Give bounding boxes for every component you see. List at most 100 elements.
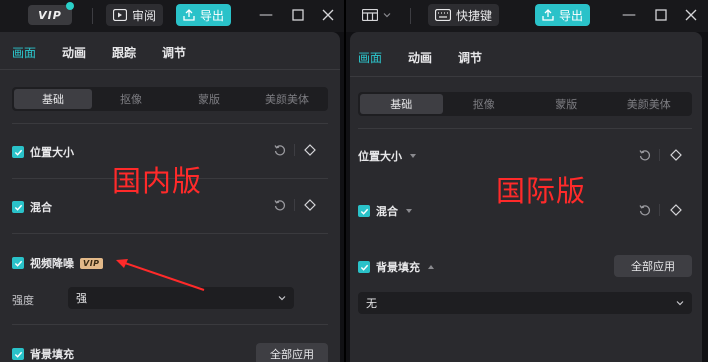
export-icon: [542, 9, 554, 21]
review-button[interactable]: 审阅: [106, 4, 164, 26]
export-button[interactable]: 导出: [176, 4, 232, 26]
tab-picture[interactable]: 画面: [358, 49, 382, 66]
main-tabs: 画面 动画 跟踪 调节: [12, 44, 186, 61]
video-denoise-label: 视频降噪: [30, 257, 74, 270]
section-divider: [12, 233, 328, 234]
bg-fill-label: 背景填充: [30, 348, 74, 361]
blend-checkbox[interactable]: [12, 201, 24, 213]
chevron-down-icon: [676, 301, 684, 306]
keyframe-icon[interactable]: [304, 199, 316, 211]
layout-icon: [362, 9, 378, 21]
chevron-up-icon[interactable]: [428, 265, 434, 269]
minimize-icon[interactable]: —: [259, 7, 273, 23]
chevron-down-icon: [278, 296, 286, 301]
minimize-icon[interactable]: —: [622, 7, 636, 23]
bg-fill-checkbox[interactable]: [12, 348, 24, 360]
reset-icon[interactable]: [638, 148, 652, 162]
blend-label: 混合: [30, 201, 52, 214]
bg-fill-row: 背景填充: [358, 259, 434, 275]
blend-checkbox[interactable]: [358, 205, 370, 217]
toolbar-divider: [410, 8, 411, 24]
tab-animation[interactable]: 动画: [62, 44, 86, 61]
position-size-label: 位置大小: [358, 150, 402, 163]
layout-button[interactable]: [358, 4, 395, 26]
reset-icon[interactable]: [638, 203, 652, 217]
subtab-mask[interactable]: 蒙版: [170, 89, 248, 109]
export-label: 导出: [200, 8, 225, 23]
video-denoise-row: 视频降噪 VIP: [12, 255, 103, 271]
export-button[interactable]: 导出: [535, 4, 591, 26]
strength-value: 强: [76, 292, 87, 305]
bg-fill-select[interactable]: 无: [358, 292, 692, 314]
subtab-cutout[interactable]: 抠像: [92, 89, 170, 109]
bg-fill-label: 背景填充: [376, 261, 420, 274]
international-version-annotation: 国际版: [496, 174, 587, 208]
toolbar-divider: [92, 8, 93, 24]
chevron-down-icon[interactable]: [406, 209, 412, 213]
position-size-label: 位置大小: [30, 146, 74, 159]
apply-all-button[interactable]: 全部应用: [256, 343, 328, 362]
shortcut-button[interactable]: 快捷键: [428, 4, 500, 26]
close-icon[interactable]: [321, 7, 335, 23]
tab-picture[interactable]: 画面: [12, 44, 36, 61]
reset-icon[interactable]: [273, 143, 287, 157]
bg-fill-row: 背景填充: [12, 346, 74, 362]
subtab-beauty[interactable]: 美颜美体: [248, 89, 326, 109]
domestic-version-pane: VIP 审阅 导出 — 画面 动画 跟踪 调节 基础 抠像 蒙版 美颜美体 位置…: [0, 0, 344, 362]
tabs-divider: [350, 76, 702, 77]
review-icon: [113, 9, 127, 21]
check-icon: [14, 204, 22, 211]
icon-divider: [659, 149, 660, 161]
position-size-row[interactable]: 位置大小: [358, 148, 416, 164]
check-icon: [14, 351, 22, 358]
tab-tracking[interactable]: 跟踪: [112, 44, 136, 61]
subtab-cutout[interactable]: 抠像: [443, 94, 526, 114]
main-tabs: 画面 动画 调节: [358, 49, 482, 66]
icon-divider: [659, 204, 660, 216]
shortcut-label: 快捷键: [456, 8, 493, 23]
vip-badge: VIP: [80, 257, 103, 269]
apply-all-button[interactable]: 全部应用: [614, 255, 692, 277]
video-denoise-checkbox[interactable]: [12, 257, 24, 269]
strength-label: 强度: [12, 294, 34, 307]
check-icon: [14, 149, 22, 156]
check-icon: [360, 208, 368, 215]
keyframe-icon[interactable]: [670, 204, 682, 216]
blend-label: 混合: [376, 205, 398, 218]
subtab-basic[interactable]: 基础: [360, 94, 443, 114]
check-icon: [14, 260, 22, 267]
review-label: 审阅: [132, 8, 157, 23]
international-version-pane: 快捷键 导出 — 画面 动画 调节 基础 抠像 蒙版 美颜美体 位置大小 混合 …: [346, 0, 708, 362]
maximize-icon[interactable]: [654, 7, 668, 23]
position-size-row: 位置大小: [12, 144, 74, 160]
bg-fill-checkbox[interactable]: [358, 261, 370, 273]
bg-fill-value: 无: [366, 297, 377, 310]
vip-logo[interactable]: VIP: [28, 5, 72, 25]
chevron-down-icon: [410, 154, 416, 158]
icon-divider: [294, 144, 295, 156]
chevron-down-icon: [383, 13, 391, 18]
export-label: 导出: [559, 8, 584, 23]
keyframe-icon[interactable]: [670, 149, 682, 161]
blend-row: 混合: [358, 203, 412, 219]
position-size-checkbox[interactable]: [12, 146, 24, 158]
blend-row: 混合: [12, 199, 52, 215]
close-icon[interactable]: [684, 7, 698, 23]
keyframe-icon[interactable]: [304, 144, 316, 156]
section-divider: [12, 324, 328, 325]
subtab-mask[interactable]: 蒙版: [525, 94, 608, 114]
subtab-basic[interactable]: 基础: [14, 89, 92, 109]
tab-adjust[interactable]: 调节: [458, 49, 482, 66]
title-bar: 快捷键 导出 —: [346, 0, 708, 32]
tabs-divider: [0, 69, 340, 70]
reset-icon[interactable]: [273, 198, 287, 212]
tab-animation[interactable]: 动画: [408, 49, 432, 66]
maximize-icon[interactable]: [291, 7, 305, 23]
check-icon: [360, 264, 368, 271]
domestic-version-annotation: 国内版: [112, 164, 203, 198]
subtab-beauty[interactable]: 美颜美体: [608, 94, 691, 114]
annotation-arrow: [116, 259, 205, 291]
keyboard-icon: [435, 9, 451, 21]
notification-dot: [66, 2, 74, 10]
tab-adjust[interactable]: 调节: [162, 44, 186, 61]
